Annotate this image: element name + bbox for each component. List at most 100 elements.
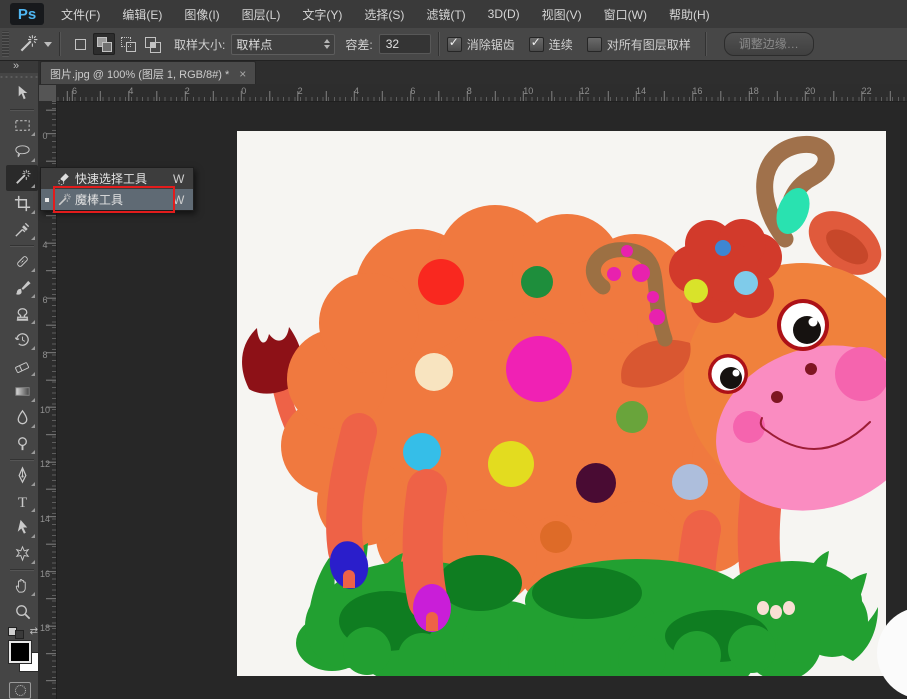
eraser-tool[interactable] [6,353,38,379]
menu-item[interactable]: 窗口(W) [593,0,658,28]
ruler-number: 6 [410,86,415,96]
selection-mode-buttons [68,33,164,55]
tool-group-separator [10,459,34,461]
checkbox-box[interactable] [447,37,462,52]
magic-wand-tool[interactable] [6,165,38,191]
menu-item[interactable]: 编辑(E) [111,0,173,28]
close-icon[interactable]: × [239,67,246,81]
menu-items: 文件(F)编辑(E)图像(I)图层(L)文字(Y)选择(S)滤镜(T)3D(D)… [50,0,721,28]
separator [59,32,61,56]
body-dot [576,463,616,503]
ruler-number: 4 [40,241,50,249]
menu-item[interactable]: 3D(D) [477,0,531,28]
body-dot [488,441,534,487]
move-tool[interactable] [6,81,38,107]
shape-tool[interactable] [6,541,38,567]
ruler-number: 4 [128,86,133,96]
menu-item[interactable]: 选择(S) [353,0,415,28]
quick-mask-icon [15,685,26,696]
menu-item[interactable]: 滤镜(T) [415,0,476,28]
separator [438,32,440,56]
menu-item[interactable]: 帮助(H) [658,0,721,28]
new-selection-button[interactable] [69,33,91,55]
history-brush-tool[interactable] [6,327,38,353]
checkbox-label: 消除锯齿 [467,36,515,53]
annotation-highlight-box [53,186,175,213]
ruler-number: 8 [40,351,50,359]
sample-size-value: 取样点 [236,36,272,53]
pen-tool[interactable] [6,463,38,489]
document-tab[interactable]: 图片.jpg @ 100% (图层 1, RGB/8#) * × [40,61,256,85]
gradient-tool[interactable] [6,379,38,405]
checkbox-连续[interactable]: 连续 [529,36,573,53]
sample-size-dropdown[interactable]: 取样点 [231,34,335,55]
checkbox-box[interactable] [529,37,544,52]
flower-dot [715,240,731,256]
lasso-tool[interactable] [6,139,38,165]
photoshop-logo: Ps [10,3,44,25]
checkbox-对所有图层取样[interactable]: 对所有图层取样 [587,36,691,53]
add-to-selection-button[interactable] [93,33,115,55]
checkbox-label: 对所有图层取样 [607,36,691,53]
menu-item[interactable]: 图像(I) [173,0,230,28]
flower-dot [684,279,708,303]
ruler-number: 18 [40,624,50,632]
healing-brush-tool[interactable] [6,249,38,275]
flyout-corner-icon [31,482,35,486]
menu-item[interactable]: 文件(F) [50,0,111,28]
ruler-number: 12 [580,86,590,96]
menu-item[interactable]: 图层(L) [231,0,292,28]
default-swap-colors[interactable]: ⇄ [8,625,38,639]
flyout-corner-icon [31,534,35,538]
checkbox-box[interactable] [587,37,602,52]
subtract-from-selection-button[interactable] [117,33,139,55]
dodge-tool[interactable] [6,431,38,457]
quick-mask-button[interactable] [9,682,31,699]
nostril [805,363,817,375]
zoom-tool[interactable] [6,599,38,625]
tool-options-bar: 取样大小: 取样点 容差: 32 消除锯齿 连续 对所有图层取样 调整边缘… [0,28,907,61]
tools-panel: » T ⇄ [0,60,38,699]
blur-tool[interactable] [6,405,38,431]
checkbox-label: 连续 [549,36,573,53]
clone-stamp-tool[interactable] [6,301,38,327]
crop-tool[interactable] [6,191,38,217]
color-swatches [6,639,38,676]
tolerance-input[interactable]: 32 [379,34,431,54]
current-tool-badge[interactable] [17,33,52,55]
foreground-color-swatch[interactable] [9,641,31,663]
ruler-number: 2 [185,86,190,96]
toolbar-grip[interactable] [0,74,38,80]
nostril [771,391,783,403]
menu-item[interactable]: 文字(Y) [291,0,353,28]
refine-edge-button[interactable]: 调整边缘… [724,32,814,56]
tool-group-separator [10,245,34,247]
type-tool[interactable]: T [6,489,38,515]
flyout-corner-icon [31,560,35,564]
checkbox-消除锯齿[interactable]: 消除锯齿 [447,36,515,53]
document-canvas[interactable] [237,131,886,676]
horizontal-ruler[interactable]: 6420246810121416182022 [56,84,907,102]
document-tab-bar: 图片.jpg @ 100% (图层 1, RGB/8#) * × [38,60,907,84]
tool-group-separator [10,569,34,571]
ruler-number: 14 [40,515,50,523]
path-select-tool[interactable] [6,515,38,541]
menu-bar: Ps 文件(F)编辑(E)图像(I)图层(L)文字(Y)选择(S)滤镜(T)3D… [0,0,907,29]
tolerance-label: 容差: [345,36,372,53]
marquee-tool[interactable] [6,113,38,139]
toolbar-collapse-button[interactable]: » [0,60,38,73]
brush-tool[interactable] [6,275,38,301]
tool-group-separator [10,109,34,111]
hand-tool[interactable] [6,573,38,599]
cheek [733,411,765,443]
quickselect-icon [53,171,75,187]
body-dot [403,433,441,471]
ruler-number: 8 [467,86,472,96]
intersect-selection-button[interactable] [141,33,163,55]
flyout-corner-icon [31,346,35,350]
ruler-number: 20 [805,86,815,96]
menu-item[interactable]: 视图(V) [531,0,593,28]
eyedropper-tool[interactable] [6,217,38,243]
body-dot [415,353,453,391]
sample-size-label: 取样大小: [174,36,225,53]
